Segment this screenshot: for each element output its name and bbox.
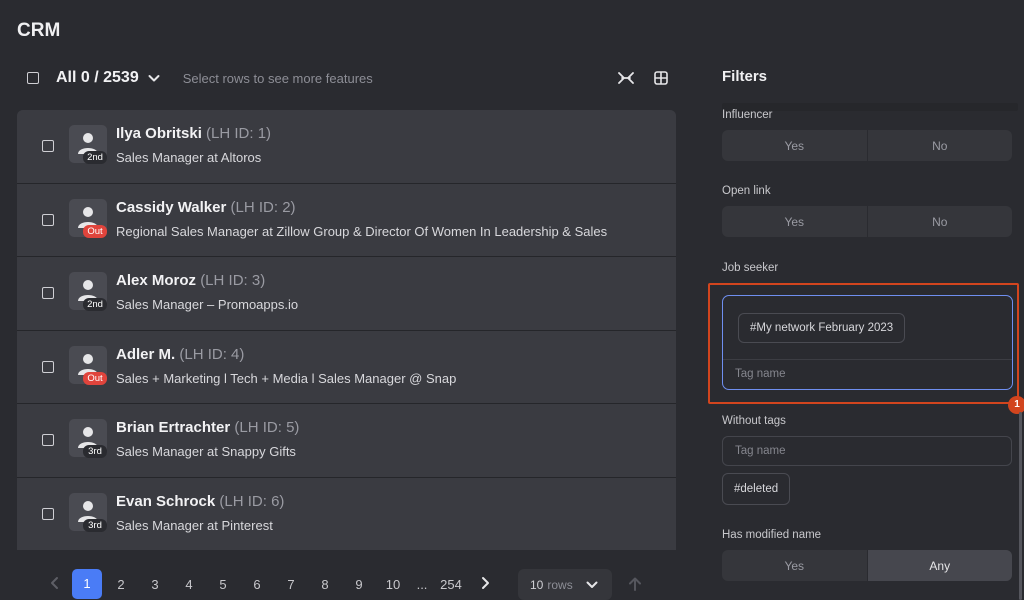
contact-name[interactable]: Evan Schrock [116,493,215,510]
connection-degree-badge: 2nd [83,298,107,312]
selection-count[interactable]: All 0 / 2539 [56,69,139,87]
has-modified-name-yes[interactable]: Yes [722,550,867,581]
avatar[interactable]: 3rd [69,492,107,532]
contact-lh-id: (LH ID: 5) [234,419,300,437]
contact-name[interactable]: Ilya Obritski [116,125,202,142]
contact-name[interactable]: Cassidy Walker [116,199,226,216]
connection-degree-badge: Out [83,371,107,385]
page-ellipsis: ... [416,576,428,592]
highlight-badge: 1 [1008,396,1024,414]
contact-row[interactable]: Out Adler M. (LH ID: 4) Sales + Marketing … [17,330,676,405]
rows-per-page-value: 10 [530,577,544,592]
has-modified-name-label: Has modified name [722,529,822,541]
influencer-yes[interactable]: Yes [722,130,867,161]
collapse-icon[interactable] [617,69,635,87]
avatar[interactable]: 3rd [69,419,107,459]
deleted-tag-chip[interactable]: #deleted [722,473,791,505]
filters-scrollbar[interactable] [1019,412,1022,600]
influencer-no[interactable]: No [866,130,1013,161]
rows-per-page-select[interactable]: 10 rows [518,569,612,600]
open-link-yes[interactable]: Yes [722,206,867,237]
avatar[interactable]: Out [69,198,107,238]
contact-lh-id: (LH ID: 6) [219,492,285,510]
list-toolbar: All 0 / 2539 Select rows to see more fea… [24,66,676,90]
contact-title: Sales Manager at Altoros [116,150,262,165]
contact-title: Sales + Marketing l Tech + Media l Sales… [116,370,457,386]
contact-name[interactable]: Adler M. [116,346,175,363]
selection-hint: Select rows to see more features [182,70,373,86]
influencer-toggle: Yes No [722,130,1012,161]
pagination: 1 2 3 4 5 6 7 8 9 10... 254 [38,568,502,600]
next-page-icon[interactable] [468,576,502,593]
row-checkbox[interactable] [42,287,54,300]
contact-name[interactable]: Brian Ertrachter [116,419,230,436]
page-button[interactable]: 2 [104,577,138,592]
contact-lh-id: (LH ID: 2) [230,198,296,216]
page-button[interactable]: 3 [138,577,172,592]
scroll-to-top-icon[interactable] [627,576,643,597]
contact-row[interactable]: 2nd Alex Moroz (LH ID: 3) Sales Manager – … [17,257,676,331]
page-button[interactable]: 10 [376,577,410,592]
contact-name[interactable]: Alex Moroz [116,272,196,289]
highlight-box [708,283,1019,404]
contact-name-line: Adler M. (LH ID: 4) [116,346,244,363]
row-checkbox[interactable] [42,140,54,152]
grid-icon[interactable] [652,69,670,87]
select-all-checkbox[interactable] [27,72,39,84]
row-checkbox[interactable] [42,213,54,226]
prev-page-icon[interactable] [38,576,72,593]
job-seeker-label: Job seeker [722,262,779,274]
contact-name-line: Cassidy Walker (LH ID: 2) [116,199,296,216]
page-button[interactable]: 8 [308,577,342,592]
filters-title: Filters [722,68,768,85]
connection-degree-badge: Out [83,224,107,238]
open-link-label: Open link [722,185,771,197]
contact-name-line: Alex Moroz (LH ID: 3) [116,272,265,289]
has-modified-name-any[interactable]: Any [866,550,1012,581]
without-tags-label: Without tags [722,415,786,427]
contact-title: Sales Manager – Promoapps.io [116,297,299,313]
page-button[interactable]: 254 [434,577,468,592]
chevron-down-icon [585,578,599,595]
page-button[interactable]: 5 [206,577,240,592]
contact-row[interactable]: 3rd Brian Ertrachter (LH ID: 5) Sales Mana… [17,404,676,478]
row-checkbox[interactable] [42,507,54,520]
contact-title: Sales Manager at Snappy Gifts [116,444,296,460]
contact-name-line: Brian Ertrachter (LH ID: 5) [116,419,299,436]
contact-title: Regional Sales Manager at Zillow Group &… [116,223,608,239]
rows-per-page-label: rows [547,577,573,592]
contact-lh-id: (LH ID: 3) [200,272,266,290]
avatar[interactable]: 2nd [69,272,107,312]
page-button[interactable]: 9 [342,577,376,592]
open-link-toggle: Yes No [722,206,1012,237]
contact-name-line: Ilya Obritski (LH ID: 1) [116,125,271,142]
contact-row[interactable]: Out Cassidy Walker (LH ID: 2) Regional Sal… [17,183,676,258]
contact-lh-id: (LH ID: 1) [206,125,272,142]
page-button[interactable]: 4 [172,577,206,592]
page-button[interactable]: 6 [240,577,274,592]
open-link-no[interactable]: No [866,206,1013,237]
row-checkbox[interactable] [42,360,54,373]
contact-row[interactable]: 2nd Ilya Obritski (LH ID: 1) Sales Manager… [17,110,676,184]
row-checkbox[interactable] [42,434,54,447]
influencer-label: Influencer [722,109,773,121]
avatar[interactable]: 2nd [69,125,107,164]
app-title: CRM [17,20,61,41]
avatar[interactable]: Out [69,345,107,385]
page-button[interactable]: 1 [72,569,102,599]
without-tags-input[interactable]: Tag name [722,436,1012,466]
page-button[interactable]: 7 [274,577,308,592]
contact-title: Sales Manager at Pinterest [116,517,273,533]
contacts-list: 2nd Ilya Obritski (LH ID: 1) Sales Manager… [17,110,676,550]
connection-degree-badge: 2nd [83,151,107,164]
contact-row[interactable]: 3rd Evan Schrock (LH ID: 6) Sales Manager … [17,477,676,550]
has-modified-name-toggle: Yes Any [722,550,1012,581]
contact-lh-id: (LH ID: 4) [179,345,245,363]
contact-name-line: Evan Schrock (LH ID: 6) [116,493,284,510]
chevron-down-icon[interactable] [147,71,161,85]
connection-degree-badge: 3rd [83,518,107,532]
connection-degree-badge: 3rd [83,445,107,459]
